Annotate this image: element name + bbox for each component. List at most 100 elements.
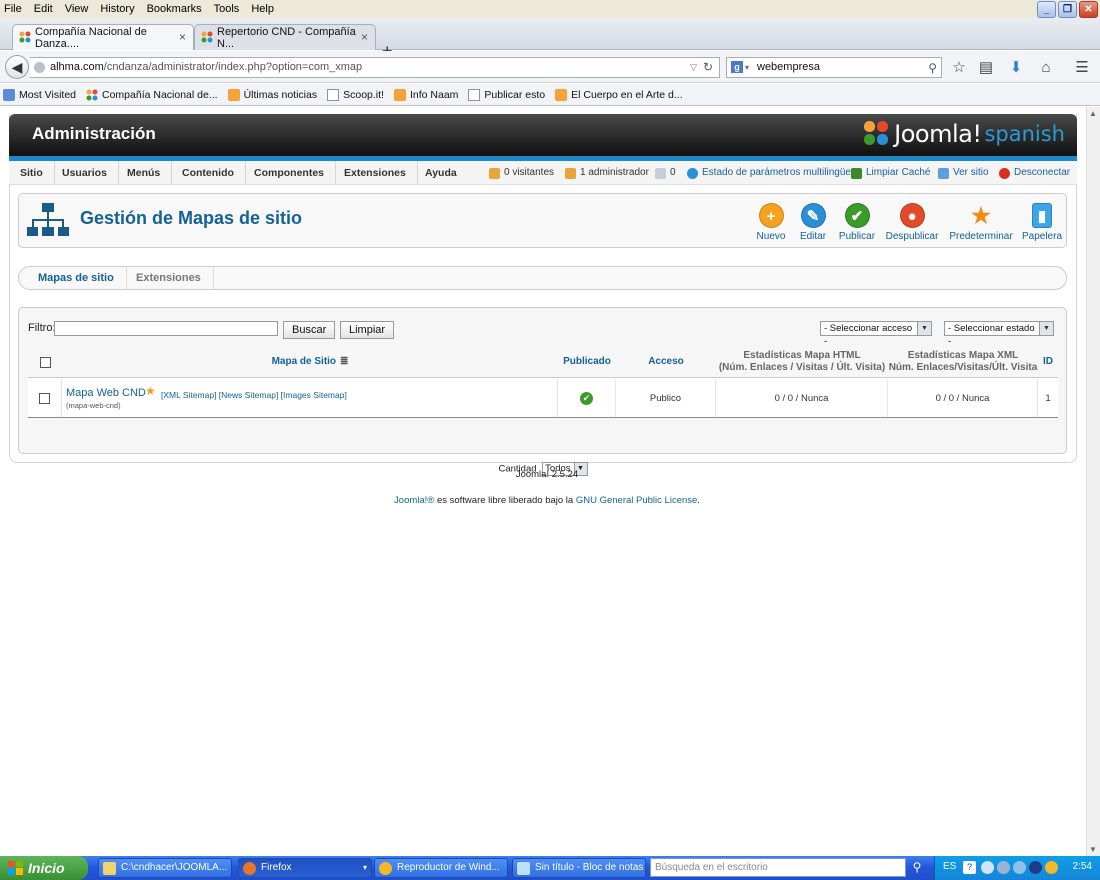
row-checkbox[interactable]	[39, 392, 50, 404]
status-view-site[interactable]: Ver sitio	[938, 161, 989, 185]
header-id[interactable]: ID	[1038, 346, 1058, 378]
tab-title: Repertorio CND - Compañía N...	[217, 25, 356, 50]
bookmark-star-icon[interactable]: ☆	[950, 59, 968, 77]
start-button[interactable]: Inicio	[0, 856, 88, 880]
menu-componentes[interactable]: Componentes	[243, 161, 337, 185]
downloads-icon[interactable]: ⬇	[1007, 59, 1025, 77]
tab-extensiones[interactable]: Extensiones	[124, 267, 214, 289]
scroll-down-icon[interactable]: ▼	[1089, 845, 1097, 854]
hamburger-menu-icon[interactable]: ☰	[1073, 59, 1091, 77]
search-button[interactable]: Buscar	[283, 321, 336, 339]
access-select[interactable]: - Seleccionar acceso - ▼	[820, 321, 932, 347]
desktop-search-icon[interactable]: ⚲	[908, 858, 926, 877]
menu-extensiones[interactable]: Extensiones	[333, 161, 418, 185]
status-messages[interactable]: 0	[655, 161, 676, 185]
menu-bookmarks[interactable]: Bookmarks	[147, 3, 202, 15]
bookmark-most-visited[interactable]: Most Visited	[3, 88, 76, 101]
menu-file[interactable]: File	[4, 3, 22, 15]
status-admins: 1 administrador	[565, 161, 649, 185]
tab-repertorio[interactable]: Repertorio CND - Compañía N... ×	[194, 24, 376, 50]
menu-ayuda[interactable]: Ayuda	[414, 161, 468, 185]
menu-history[interactable]: History	[100, 3, 134, 15]
url-bar[interactable]: alhma.com/cndanza/administrator/index.ph…	[30, 57, 720, 78]
task-media-player[interactable]: Reproductor de Wind...	[374, 858, 508, 878]
tab-close-icon[interactable]: ×	[361, 30, 368, 44]
sitemap-format-links[interactable]: [XML Sitemap] [News Sitemap] [Images Sit…	[161, 390, 347, 400]
minimize-button[interactable]: _	[1037, 1, 1056, 18]
help-icon[interactable]: ?	[963, 861, 976, 874]
toolbar-unpublish-button[interactable]: ● Despublicar	[885, 203, 939, 242]
bookmark-compania[interactable]: Compañía Nacional de...	[86, 89, 218, 101]
tray-monitor-icon[interactable]	[1013, 861, 1026, 874]
menu-edit[interactable]: Edit	[34, 3, 53, 15]
menu-usuarios[interactable]: Usuarios	[51, 161, 119, 185]
url-dropdown-icon[interactable]: ▽	[690, 58, 697, 77]
task-label: Reproductor de Wind...	[397, 862, 500, 873]
engine-dropdown-icon[interactable]: ▾	[745, 58, 749, 77]
reload-icon[interactable]: ↻	[703, 58, 713, 77]
task-firefox[interactable]: Firefox ▾	[238, 858, 372, 878]
header-xml-stats-line1: Estadísticas Mapa XML	[907, 350, 1019, 361]
language-indicator[interactable]: ES	[943, 861, 956, 872]
task-explorer[interactable]: C:\cndhacer\JOOMLA...	[98, 858, 232, 878]
access-select-value: - Seleccionar acceso -	[824, 323, 913, 347]
status-logout[interactable]: Desconectar	[999, 161, 1070, 185]
filter-input[interactable]	[54, 321, 278, 336]
toolbar-edit-button[interactable]: ✎ Editar	[797, 203, 829, 242]
toolbar-label: Nuevo	[756, 231, 786, 242]
toolbar-default-button[interactable]: ★ Predeterminar	[949, 203, 1013, 242]
navigation-bar: ◀ alhma.com/cndanza/administrator/index.…	[0, 51, 1100, 83]
tab-close-icon[interactable]: ×	[179, 30, 186, 44]
tray-b-icon[interactable]	[1029, 861, 1042, 874]
header-published[interactable]: Publicado	[558, 346, 616, 378]
toolbar-label: Despublicar	[885, 231, 939, 242]
vertical-scrollbar[interactable]: ▲ ▼	[1086, 107, 1100, 856]
published-check-icon[interactable]: ✔	[580, 391, 593, 405]
tray-media-icon[interactable]	[1045, 861, 1058, 874]
toolbar-new-button[interactable]: + Nuevo	[755, 203, 787, 242]
clear-button[interactable]: Limpiar	[340, 321, 395, 339]
search-icon[interactable]: ⚲	[928, 59, 937, 78]
menu-sitio[interactable]: Sitio	[9, 161, 55, 185]
rss-icon	[393, 88, 406, 101]
menu-tools[interactable]: Tools	[214, 3, 240, 15]
header-html-stats: Estadísticas Mapa HTML (Núm. Enlaces / V…	[716, 346, 888, 378]
menu-menus[interactable]: Menús	[116, 161, 173, 185]
scroll-up-icon[interactable]: ▲	[1089, 109, 1097, 118]
search-bar[interactable]: g ▾ webempresa ⚲	[726, 57, 942, 78]
bookmark-label: Publicar esto	[484, 88, 546, 101]
status-multilang[interactable]: Estado de parámetros multilingüe	[687, 161, 851, 185]
joomla-link[interactable]: Joomla!®	[394, 495, 434, 506]
toolbar-trash-button[interactable]: ▮ Papelera	[1021, 203, 1063, 242]
bookmark-info-naam[interactable]: Info Naam	[393, 88, 458, 101]
tray-app-icon[interactable]	[981, 861, 994, 874]
task-notepad[interactable]: Sin título - Bloc de notas	[512, 858, 646, 878]
tray-network-icon[interactable]	[997, 861, 1010, 874]
header-title[interactable]: Mapa de Sitio ≣	[62, 346, 558, 378]
bookmark-el-cuerpo[interactable]: El Cuerpo en el Arte d...	[555, 88, 683, 101]
menu-help[interactable]: Help	[251, 3, 274, 15]
state-select[interactable]: - Seleccionar estado - ▼	[944, 321, 1054, 347]
gpl-link[interactable]: GNU General Public License	[576, 495, 697, 506]
bookmarks-menu-icon[interactable]: ▤	[977, 59, 995, 77]
home-icon[interactable]: ⌂	[1037, 59, 1055, 77]
bookmark-scoopit[interactable]: Scoop.it!	[327, 88, 384, 101]
toolbar-label: Publicar	[838, 231, 876, 242]
desktop-search-input[interactable]: Búsqueda en el escritorio	[650, 858, 906, 877]
tab-mapas-de-sitio[interactable]: Mapas de sitio	[26, 267, 127, 289]
toolbar-publish-button[interactable]: ✔ Publicar	[837, 203, 877, 242]
sitemap-title-link[interactable]: Mapa Web CND	[66, 387, 146, 399]
menu-view[interactable]: View	[65, 3, 89, 15]
bookmark-publicar-esto[interactable]: Publicar esto	[468, 88, 546, 101]
header-access[interactable]: Acceso	[616, 346, 716, 378]
restore-button[interactable]: ❐	[1058, 1, 1077, 18]
tab-compania[interactable]: Compañía Nacional de Danza.... ×	[12, 24, 194, 50]
menu-contenido[interactable]: Contenido	[171, 161, 246, 185]
close-window-button[interactable]: ✕	[1079, 1, 1098, 18]
site-identity-icon[interactable]	[34, 62, 45, 73]
default-star-icon[interactable]: ★	[145, 384, 156, 398]
back-button[interactable]: ◀	[5, 55, 29, 79]
bookmark-ultimas-noticias[interactable]: Últimas noticias	[227, 88, 317, 101]
select-all-checkbox[interactable]	[39, 356, 51, 368]
status-clear-cache[interactable]: Limpiar Caché	[851, 161, 930, 185]
